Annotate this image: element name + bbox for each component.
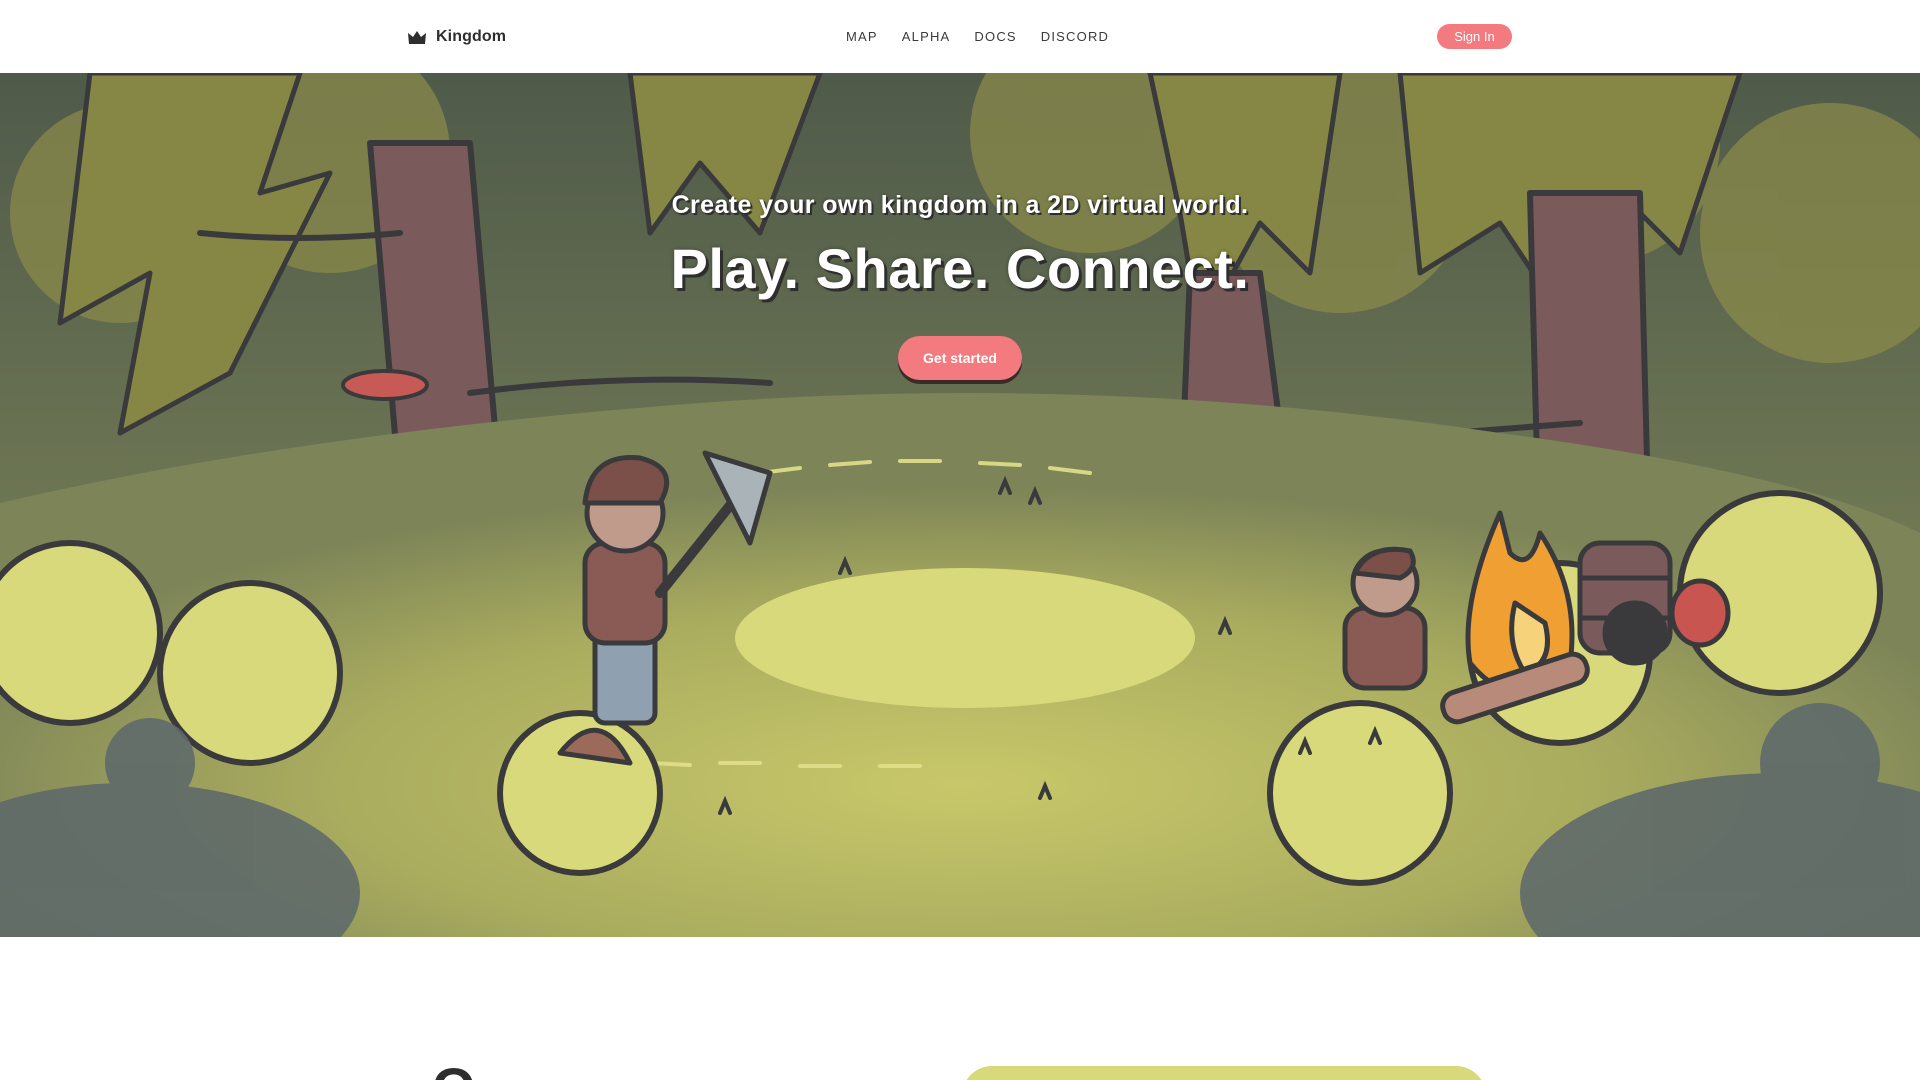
top-navbar: Kingdom MAP ALPHA DOCS DISCORD Sign In <box>0 0 1920 73</box>
feature-preview-image <box>962 1066 1486 1080</box>
brand-logo-link[interactable]: Kingdom <box>407 25 506 49</box>
brand-name: Kingdom <box>436 28 507 45</box>
crown-icon <box>408 31 426 44</box>
hero-section: Create your own kingdom in a 2D virtual … <box>0 73 1920 937</box>
get-started-button[interactable]: Get started <box>898 336 1022 380</box>
sign-in-button[interactable]: Sign In <box>1437 24 1512 49</box>
hero-headline: Play. Share. Connect. <box>670 237 1250 300</box>
section-heading: O <box>432 1060 476 1080</box>
sitting-villager-character <box>1342 546 1428 691</box>
nav-link-discord[interactable]: DISCORD <box>1041 29 1109 44</box>
nav-link-alpha[interactable]: ALPHA <box>902 29 951 44</box>
nav-link-map[interactable]: MAP <box>846 29 878 44</box>
nav-link-docs[interactable]: DOCS <box>974 29 1016 44</box>
primary-nav: MAP ALPHA DOCS DISCORD <box>846 29 1109 44</box>
hero-tagline: Create your own kingdom in a 2D virtual … <box>671 191 1249 219</box>
